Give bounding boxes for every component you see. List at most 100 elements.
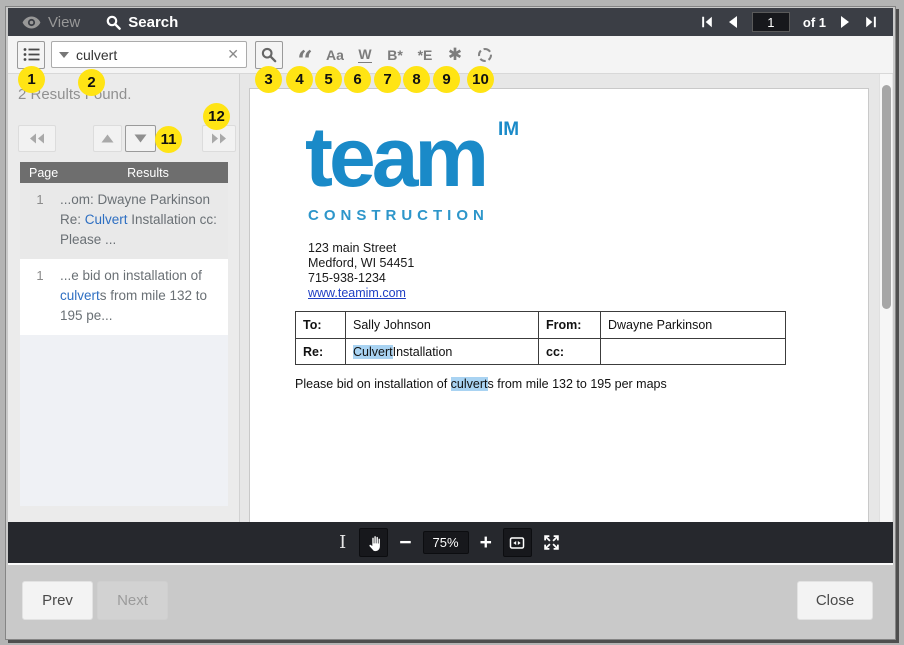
text-select-tool-icon[interactable]: I <box>339 532 346 553</box>
top-bar: View Search 1 of 1 <box>8 8 893 36</box>
company-address: 123 main Street Medford, WI 54451 715-93… <box>308 241 414 301</box>
logo-text: team <box>305 110 485 204</box>
document-page: team IM CONSTRUCTION 123 main Street Med… <box>249 88 869 522</box>
last-result-icon <box>211 133 227 144</box>
from-label: From: <box>538 312 600 338</box>
search-toolbar: ✕ “ Aa W B* *E ✱ <box>8 36 893 74</box>
vertical-scrollbar[interactable] <box>879 74 892 522</box>
previous-page-button[interactable] <box>727 15 739 29</box>
fit-width-icon <box>509 535 525 551</box>
zoom-level[interactable]: 75% <box>423 531 469 554</box>
page-number-input[interactable]: 1 <box>752 12 790 32</box>
to-value: Sally Johnson <box>345 312 538 338</box>
last-page-icon <box>864 15 878 29</box>
zoom-toolbar: I − 75% + <box>8 522 893 563</box>
logo-subtitle: CONSTRUCTION <box>308 207 489 224</box>
cc-label: cc: <box>538 338 600 364</box>
results-body: 1...om: Dwayne Parkinson Re: Culvert Ins… <box>20 183 228 335</box>
begins-with-button[interactable]: B* <box>383 42 407 68</box>
next-button[interactable]: Next <box>97 581 168 620</box>
wildcard-button[interactable]: ✱ <box>443 42 467 68</box>
dashed-circle-icon <box>478 48 492 62</box>
results-list-toggle-button[interactable] <box>17 41 45 69</box>
down-arrow-icon <box>134 134 147 143</box>
last-page-button[interactable] <box>864 15 878 29</box>
close-button[interactable]: Close <box>797 581 873 620</box>
tab-search[interactable]: Search <box>106 14 178 31</box>
fullscreen-button[interactable] <box>541 534 562 551</box>
result-row[interactable]: 1...om: Dwayne Parkinson Re: Culvert Ins… <box>20 183 228 259</box>
page-total-label: of 1 <box>803 15 826 30</box>
previous-result-button[interactable] <box>93 125 122 152</box>
results-table: Page Results 1...om: Dwayne Parkinson Re… <box>20 162 228 506</box>
next-result-button[interactable] <box>125 125 156 152</box>
next-page-button[interactable] <box>839 15 851 29</box>
scrollbar-thumb[interactable] <box>882 85 891 309</box>
memo-row: Re: Culvert Installation cc: <box>296 338 785 364</box>
ends-with-button[interactable]: *E <box>413 42 437 68</box>
results-count: 2 Results Found. <box>18 86 131 103</box>
results-navigation <box>8 125 239 152</box>
website-link[interactable]: www.teamim.com <box>308 286 406 300</box>
next-page-icon <box>839 15 851 29</box>
pan-tool-button[interactable] <box>359 528 388 557</box>
results-empty-area <box>20 335 228 506</box>
result-page-number: 1 <box>20 266 60 326</box>
zoom-out-button[interactable]: − <box>397 531 413 555</box>
document-viewport: team IM CONSTRUCTION 123 main Street Med… <box>241 74 893 522</box>
memo-table: To: Sally Johnson From: Dwayne Parkinson… <box>295 311 786 365</box>
expand-icon <box>543 534 560 551</box>
first-result-icon <box>29 133 45 144</box>
address-line: 123 main Street <box>308 241 414 256</box>
search-dialog: View Search 1 of 1 <box>5 6 896 640</box>
result-snippet: ...e bid on installation of culverts fro… <box>60 266 224 326</box>
previous-page-icon <box>727 15 739 29</box>
search-button[interactable] <box>255 41 283 69</box>
page-navigation: 1 of 1 <box>700 12 893 32</box>
re-label: Re: <box>296 338 345 364</box>
prev-button[interactable]: Prev <box>22 581 93 620</box>
result-row[interactable]: 1...e bid on installation of culverts fr… <box>20 259 228 335</box>
hand-icon <box>365 534 382 552</box>
first-page-button[interactable] <box>700 15 714 29</box>
tab-view[interactable]: View <box>22 14 80 31</box>
search-options: “ Aa W B* *E ✱ <box>293 42 497 68</box>
first-result-button[interactable] <box>18 125 56 152</box>
proximity-button[interactable] <box>473 42 497 68</box>
search-combo-box: ✕ <box>51 41 247 68</box>
divider <box>8 563 893 565</box>
search-icon <box>106 15 121 30</box>
last-result-button[interactable] <box>202 125 236 152</box>
re-value: Culvert Installation <box>345 338 538 364</box>
first-page-icon <box>700 15 714 29</box>
search-input[interactable] <box>76 47 223 63</box>
clear-search-icon[interactable]: ✕ <box>227 46 239 63</box>
company-logo: team IM <box>305 117 485 197</box>
fit-width-button[interactable] <box>503 528 532 557</box>
result-page-number: 1 <box>20 190 60 250</box>
match-case-button[interactable]: Aa <box>323 42 347 68</box>
cc-value <box>600 338 785 364</box>
list-icon <box>23 47 40 62</box>
mode-tabs: View Search <box>8 14 178 31</box>
from-value: Dwayne Parkinson <box>600 312 785 338</box>
up-arrow-icon <box>101 134 114 143</box>
search-magnifier-icon <box>261 47 277 63</box>
tab-search-label: Search <box>128 14 178 31</box>
content-area: 2 Results Found. Page Results <box>8 74 893 522</box>
results-table-header: Page Results <box>20 162 228 183</box>
document-body-text: Please bid on installation of culverts f… <box>295 377 667 391</box>
result-snippet: ...om: Dwayne Parkinson Re: Culvert Inst… <box>60 190 224 250</box>
memo-row: To: Sally Johnson From: Dwayne Parkinson <box>296 312 785 338</box>
eye-icon <box>22 16 41 29</box>
tab-view-label: View <box>48 14 80 31</box>
address-line: Medford, WI 54451 <box>308 256 414 271</box>
exact-phrase-button[interactable]: “ <box>293 42 317 68</box>
zoom-in-button[interactable]: + <box>478 531 494 555</box>
whole-word-button[interactable]: W <box>353 42 377 68</box>
dropdown-arrow-icon[interactable] <box>59 52 69 58</box>
to-label: To: <box>296 312 345 338</box>
address-line: 715-938-1234 <box>308 271 414 286</box>
logo-trademark: IM <box>498 119 519 141</box>
results-panel: 2 Results Found. Page Results <box>8 74 240 522</box>
